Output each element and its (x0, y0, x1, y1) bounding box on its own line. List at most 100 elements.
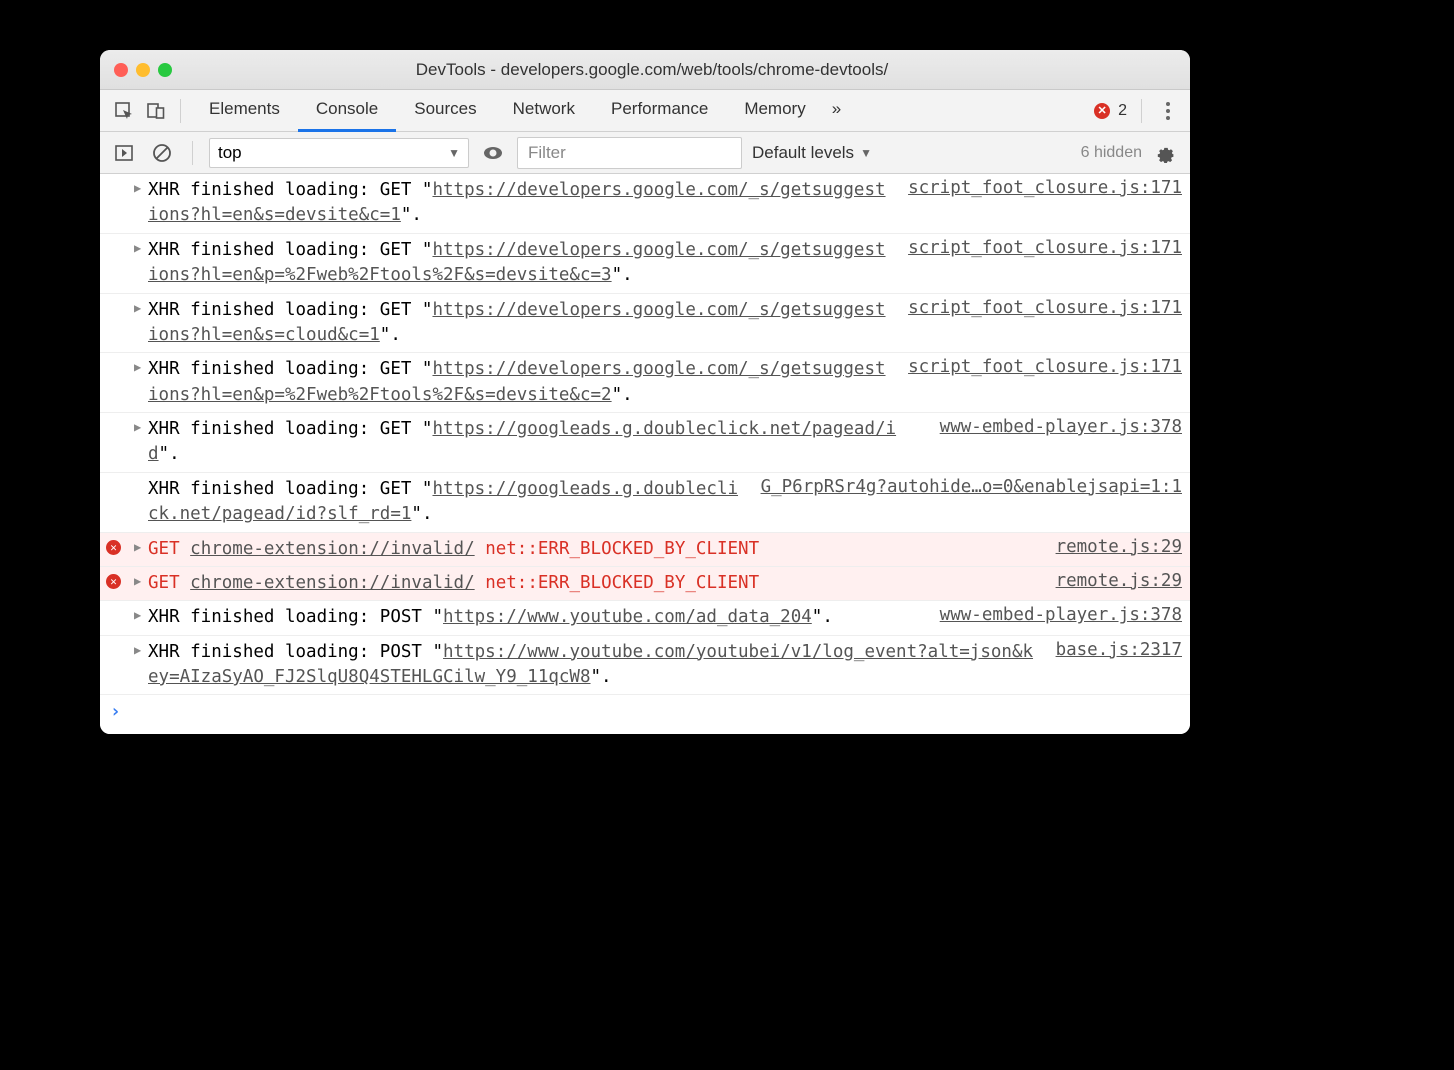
row-gutter: ✕ (106, 571, 134, 596)
log-message: XHR finished loading: POST "https://www.… (148, 640, 1036, 691)
settings-icon[interactable] (1152, 139, 1180, 167)
log-message: XHR finished loading: POST "https://www.… (148, 605, 920, 630)
console-output: ▶XHR finished loading: GET "https://deve… (100, 174, 1190, 734)
console-row: XHR finished loading: GET "https://googl… (100, 473, 1190, 533)
expand-arrow-icon[interactable]: ▶ (134, 298, 148, 349)
url-link[interactable]: chrome-extension://invalid/ (190, 539, 474, 559)
console-toolbar: top ▼ Filter Default levels ▼ 6 hidden (100, 132, 1190, 174)
expand-arrow-icon[interactable]: ▶ (134, 178, 148, 229)
console-row: ▶XHR finished loading: GET "https://deve… (100, 353, 1190, 413)
http-method: GET (148, 573, 190, 593)
url-link[interactable]: https://developers.google.com/_s/getsugg… (148, 300, 886, 345)
context-selector[interactable]: top ▼ (209, 138, 469, 168)
http-method: GET (148, 539, 190, 559)
row-gutter (106, 417, 134, 468)
show-drawer-icon[interactable] (110, 139, 138, 167)
tab-elements[interactable]: Elements (191, 90, 298, 132)
row-gutter (106, 605, 134, 630)
source-link[interactable]: script_foot_closure.js:171 (908, 298, 1182, 349)
log-message: XHR finished loading: GET "https://googl… (148, 477, 741, 528)
tab-console[interactable]: Console (298, 90, 396, 132)
expand-arrow-icon[interactable]: ▶ (134, 571, 148, 596)
error-icon: ✕ (106, 574, 121, 589)
expand-arrow-icon[interactable]: ▶ (134, 238, 148, 289)
window-title: DevTools - developers.google.com/web/too… (188, 60, 1116, 80)
source-link[interactable]: script_foot_closure.js:171 (908, 357, 1182, 408)
log-message: GET chrome-extension://invalid/ net::ERR… (148, 571, 1036, 596)
console-row: ▶XHR finished loading: GET "https://deve… (100, 234, 1190, 294)
maximize-button[interactable] (158, 63, 172, 77)
source-link[interactable]: remote.js:29 (1056, 537, 1182, 562)
expand-arrow-icon (134, 477, 148, 528)
error-count[interactable]: 2 (1118, 102, 1127, 120)
minimize-button[interactable] (136, 63, 150, 77)
inspect-icon[interactable] (110, 97, 138, 125)
devtools-window: DevTools - developers.google.com/web/too… (100, 50, 1190, 734)
chevron-down-icon: ▼ (860, 146, 872, 160)
log-message: GET chrome-extension://invalid/ net::ERR… (148, 537, 1036, 562)
error-text: net::ERR_BLOCKED_BY_CLIENT (485, 539, 759, 559)
source-link[interactable]: G_P6rpRSr4g?autohide…o=0&enablejsapi=1:1 (761, 477, 1182, 528)
url-link[interactable]: https://developers.google.com/_s/getsugg… (148, 180, 886, 225)
url-link[interactable]: https://developers.google.com/_s/getsugg… (148, 240, 886, 285)
row-gutter (106, 357, 134, 408)
source-link[interactable]: www-embed-player.js:378 (940, 605, 1182, 630)
console-row: ▶XHR finished loading: POST "https://www… (100, 636, 1190, 696)
filter-input[interactable]: Filter (517, 137, 742, 169)
error-icon[interactable]: ✕ (1094, 103, 1110, 119)
hidden-count[interactable]: 6 hidden (1081, 144, 1142, 162)
expand-arrow-icon[interactable]: ▶ (134, 537, 148, 562)
row-gutter: ✕ (106, 537, 134, 562)
clear-console-icon[interactable] (148, 139, 176, 167)
url-link[interactable]: https://googleads.g.doubleclick.net/page… (148, 419, 896, 464)
row-gutter (106, 238, 134, 289)
window-controls (114, 63, 172, 77)
log-message: XHR finished loading: GET "https://googl… (148, 417, 920, 468)
url-link[interactable]: https://www.youtube.com/ad_data_204 (443, 607, 812, 627)
levels-label: Default levels (752, 143, 854, 163)
row-gutter (106, 178, 134, 229)
expand-arrow-icon[interactable]: ▶ (134, 357, 148, 408)
chevron-down-icon: ▼ (448, 146, 460, 160)
error-icon: ✕ (106, 540, 121, 555)
console-row: ✕ ▶GET chrome-extension://invalid/ net::E… (100, 567, 1190, 601)
console-row: ▶XHR finished loading: GET "https://deve… (100, 174, 1190, 234)
expand-arrow-icon[interactable]: ▶ (134, 640, 148, 691)
console-row: ▶XHR finished loading: POST "https://www… (100, 601, 1190, 635)
log-message: XHR finished loading: GET "https://devel… (148, 178, 888, 229)
url-link[interactable]: https://www.youtube.com/youtubei/v1/log_… (148, 642, 1033, 687)
source-link[interactable]: www-embed-player.js:378 (940, 417, 1182, 468)
row-gutter (106, 640, 134, 691)
device-toggle-icon[interactable] (142, 97, 170, 125)
source-link[interactable]: base.js:2317 (1056, 640, 1182, 691)
log-levels-selector[interactable]: Default levels ▼ (752, 143, 872, 163)
log-message: XHR finished loading: GET "https://devel… (148, 298, 888, 349)
expand-arrow-icon[interactable]: ▶ (134, 605, 148, 630)
tab-sources[interactable]: Sources (396, 90, 494, 132)
url-link[interactable]: https://developers.google.com/_s/getsugg… (148, 359, 886, 404)
source-link[interactable]: script_foot_closure.js:171 (908, 178, 1182, 229)
row-gutter (106, 298, 134, 349)
panel-tabs: Elements Console Sources Network Perform… (191, 90, 1090, 132)
close-button[interactable] (114, 63, 128, 77)
expand-arrow-icon[interactable]: ▶ (134, 417, 148, 468)
console-row: ▶XHR finished loading: GET "https://goog… (100, 413, 1190, 473)
console-row: ✕ ▶GET chrome-extension://invalid/ net::E… (100, 533, 1190, 567)
console-prompt[interactable]: › (100, 695, 1190, 728)
context-value: top (218, 143, 242, 163)
live-expression-icon[interactable] (479, 139, 507, 167)
tab-network[interactable]: Network (495, 90, 593, 132)
source-link[interactable]: remote.js:29 (1056, 571, 1182, 596)
log-message: XHR finished loading: GET "https://devel… (148, 238, 888, 289)
url-link[interactable]: https://googleads.g.doubleclick.net/page… (148, 479, 738, 524)
source-link[interactable]: script_foot_closure.js:171 (908, 238, 1182, 289)
main-toolbar: Elements Console Sources Network Perform… (100, 90, 1190, 132)
tab-memory[interactable]: Memory (726, 90, 823, 132)
row-gutter (106, 477, 134, 528)
titlebar: DevTools - developers.google.com/web/too… (100, 50, 1190, 90)
menu-icon[interactable] (1156, 96, 1180, 126)
url-link[interactable]: chrome-extension://invalid/ (190, 573, 474, 593)
tab-overflow[interactable]: » (824, 90, 849, 132)
tab-performance[interactable]: Performance (593, 90, 726, 132)
console-row: ▶XHR finished loading: GET "https://deve… (100, 294, 1190, 354)
